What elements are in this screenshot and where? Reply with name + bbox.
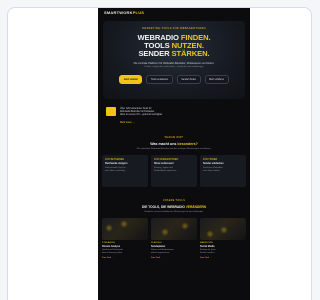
tool-image xyxy=(200,217,246,240)
tool-card[interactable]: MARKETING Social Media Beiträge für dein… xyxy=(200,217,246,259)
learn-more-button[interactable]: Mehr erfahren xyxy=(204,75,229,84)
tool-name: Sendeplaner xyxy=(151,244,166,248)
tool-link[interactable]: Zum Tool → xyxy=(151,257,197,259)
tool-link[interactable]: Zum Tool → xyxy=(102,257,148,259)
tools-section: UNSERE TOOLS DIE TOOLS, DIE WEBRADIO VER… xyxy=(98,199,250,213)
feature-highlight: Über 120 kostenlose Tools für Webradio-B… xyxy=(106,107,242,124)
tool-card[interactable]: PLANUNG Sendeplaner Shows und Moderation… xyxy=(151,217,197,259)
tool-image xyxy=(102,217,148,240)
card-title: Show verbessern xyxy=(154,162,174,166)
hero-section: MARKETING-TOOLS FÜR WEBAGENTUREN WEBRADI… xyxy=(103,21,245,99)
browser-frame: SMARTWORKPLUS MARKETING-TOOLS FÜR WEBAGE… xyxy=(7,7,312,300)
card-tag: FÜR BETREIBER xyxy=(105,157,125,161)
card-tag: FÜR HÖRER xyxy=(203,157,218,161)
card-body: nach Genre finden. xyxy=(203,169,221,172)
why-us-title: Was macht uns besonders? xyxy=(150,141,198,146)
benefit-cards: FÜR BETREIBER Reichweite steigern Profes… xyxy=(102,154,246,187)
card-body: mehr Hörer und Erfolg. xyxy=(105,169,126,172)
site-logo[interactable]: SMARTWORKPLUS xyxy=(104,10,144,15)
tool-label: PLANUNG xyxy=(151,241,162,244)
tools-title: DIE TOOLS, DIE WEBRADIO VERÄNDERN xyxy=(142,204,206,209)
tool-link[interactable]: Zum Tool → xyxy=(200,257,246,259)
top-nav: SMARTWORKPLUS xyxy=(98,8,250,18)
feature-text-3: Alles an einem Ort – jederzeit verfügbar xyxy=(120,113,163,117)
tool-description: Beiträge für deine xyxy=(200,248,216,251)
tool-cards: STREAMING Stream-Analyse Qualität und Re… xyxy=(102,217,246,259)
discover-tools-button[interactable]: Tools entdecken xyxy=(146,75,173,84)
tool-description: Qualität und Reichweite xyxy=(102,248,124,251)
card-body: Sendeabläufe optimieren. xyxy=(154,169,177,172)
benefit-card[interactable]: FÜR HÖRER Sender entdecken Die besten We… xyxy=(200,154,246,187)
tool-image xyxy=(151,217,197,240)
hero-kicker: MARKETING-TOOLS FÜR WEBAGENTUREN xyxy=(142,27,206,30)
landing-page: SMARTWORKPLUS MARKETING-TOOLS FÜR WEBAGE… xyxy=(98,8,250,300)
why-us-section: WARUM WIR? Was macht uns besonders? Wir … xyxy=(98,136,250,150)
tool-description: deines Streams prüfen. xyxy=(102,252,123,255)
hero-subtitle-secondary: Finden, vergleichen und nutzen – kostenl… xyxy=(144,66,204,69)
tool-card[interactable]: STREAMING Stream-Analyse Qualität und Re… xyxy=(102,217,148,259)
why-us-eyebrow: WARUM WIR? xyxy=(164,135,184,139)
card-tag: FÜR MODERATOREN xyxy=(154,157,179,161)
feature-read-more-link[interactable]: Mehr lesen → xyxy=(120,121,162,124)
tools-description: Entdecke unsere beliebtesten Werkzeuge f… xyxy=(144,210,204,213)
why-us-description: Wir verbinden Webradio-Betreiber mit den… xyxy=(136,147,212,150)
benefit-card[interactable]: FÜR BETREIBER Reichweite steigern Profes… xyxy=(102,154,148,187)
find-stations-button[interactable]: Sender finden xyxy=(176,75,201,84)
benefit-card[interactable]: FÜR MODERATOREN Show verbessern Planung,… xyxy=(151,154,197,187)
tool-label: STREAMING xyxy=(102,241,116,244)
hero-cta-group: Jetzt starten Tools entdecken Sender fin… xyxy=(109,75,239,84)
tool-description: einfach organisieren. xyxy=(151,252,170,255)
feature-badge-icon xyxy=(106,107,116,116)
tools-eyebrow: UNSERE TOOLS xyxy=(162,198,186,202)
card-title: Reichweite steigern xyxy=(105,162,128,166)
tool-name: Stream-Analyse xyxy=(102,244,121,248)
tool-label: MARKETING xyxy=(200,241,214,244)
tool-name: Social Media xyxy=(200,244,215,248)
card-title: Sender entdecken xyxy=(203,162,224,166)
tool-description: Shows und Moderationen xyxy=(151,248,174,251)
start-button[interactable]: Jetzt starten xyxy=(119,75,143,84)
hero-subtitle: Die zentrale Plattform für Webradio-Betr… xyxy=(133,62,215,65)
hero-headline: WEBRADIO FINDEN. TOOLS NUTZEN. SENDER ST… xyxy=(137,33,211,58)
tool-description: Kanäle erstellen. xyxy=(200,252,215,255)
